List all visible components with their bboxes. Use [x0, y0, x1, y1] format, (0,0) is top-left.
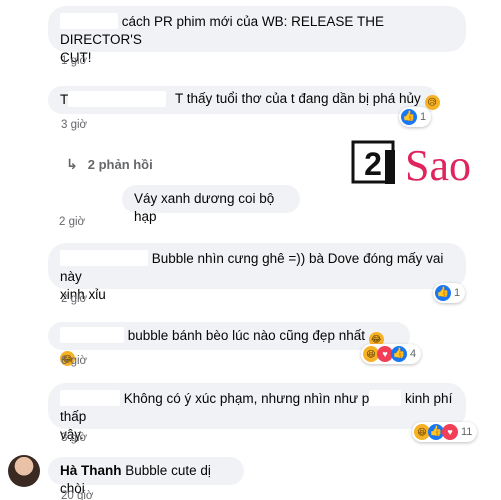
comment-time[interactable]: 1 giờ — [61, 55, 87, 67]
comment-time[interactable]: 20 giờ — [61, 490, 93, 500]
comment-time[interactable]: 2 giờ — [59, 216, 85, 228]
redacted-name — [60, 250, 148, 266]
comment-time[interactable]: 3 giờ — [61, 119, 87, 131]
logo-number: 2 — [364, 146, 382, 182]
avatar[interactable] — [8, 455, 40, 487]
comment-bubble: Bubble nhìn cưng ghê =)) bà Dove đóng mấ… — [48, 243, 466, 302]
love-icon: ♥ — [442, 424, 458, 440]
comment-bubble: Hà Thanh Bubble cute dị chòi — [48, 457, 244, 496]
comment-bubble: Không có ý xúc phạm, nhưng nhìn như p ki… — [48, 383, 466, 442]
comment-author[interactable]: Hà Thanh — [60, 463, 122, 478]
reaction-summary[interactable]: 😆 ♥ 👍 4 — [361, 344, 422, 364]
comment-time[interactable]: 6 giờ — [61, 355, 87, 367]
comment-bubble: cách PR phim mới của WB: RELEASE THE DIR… — [48, 6, 466, 65]
reply-arrow-icon: ↳ — [66, 156, 78, 172]
redacted-name — [60, 13, 118, 29]
comment-time[interactable]: 3 giờ — [61, 432, 87, 444]
comment-text-visible: T thấy tuổi thơ của t đang dần bị phá hủ… — [175, 91, 440, 110]
reaction-summary[interactable]: 👍 1 — [433, 283, 466, 303]
redacted-name — [60, 390, 120, 406]
view-replies-link[interactable]: ↳ 2 phản hồi — [66, 156, 153, 173]
like-icon: 👍 — [401, 109, 417, 125]
like-icon: 👍 — [435, 285, 451, 301]
comment-text: Váy xanh dương coi bộ hạp — [134, 191, 275, 224]
redacted-word — [369, 390, 402, 406]
reaction-summary[interactable]: 😆 👍 ♥ 11 — [412, 422, 478, 442]
logo-word: Sao — [405, 141, 471, 190]
2sao-watermark-logo: 2 Sao — [351, 140, 471, 190]
redacted-name — [60, 327, 124, 343]
comment-time[interactable]: 2 giờ — [61, 293, 87, 305]
comment-text: bubble bánh bèo lúc nào cũng đẹp nhất — [127, 328, 365, 343]
reaction-summary[interactable]: 👍 1 — [399, 107, 432, 127]
comment-bubble: bubble bánh bèo lúc nào cũng đẹp nhất 😂😂 — [48, 322, 410, 366]
comment-bubble: Váy xanh dương coi bộ hạp — [122, 185, 300, 224]
comment-text: T T thấy tuổi thơ của t đang dần bị phá … — [60, 91, 167, 107]
sad-emoji-icon: 😥 — [424, 95, 440, 110]
comment-text: Không có ý xúc phạm, nhưng nhìn như p — [123, 391, 370, 406]
like-icon: 👍 — [391, 346, 407, 362]
